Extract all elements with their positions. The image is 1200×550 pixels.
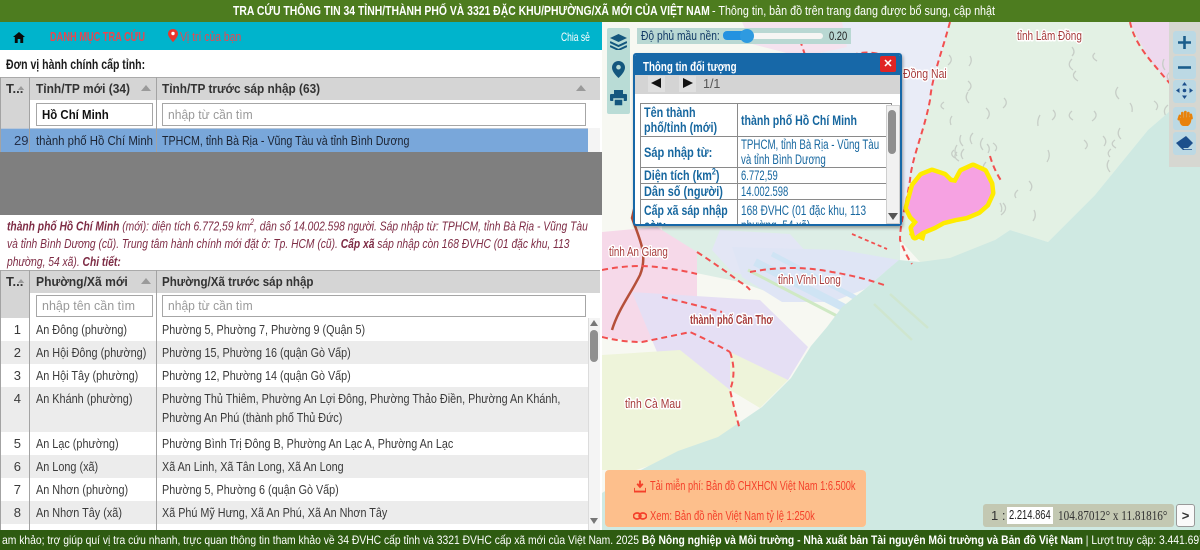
- svg-text:thành phố Cần Thơ: thành phố Cần Thơ: [690, 314, 773, 328]
- svg-text:tỉnh Cà Mau: tỉnh Cà Mau: [625, 398, 681, 411]
- svg-text:tỉnh Lâm Đồng: tỉnh Lâm Đồng: [1017, 30, 1082, 43]
- svg-text:tỉnh An Giang: tỉnh An Giang: [609, 246, 668, 259]
- svg-text:tỉnh Vĩnh Long: tỉnh Vĩnh Long: [778, 274, 841, 287]
- svg-text:Đồng Nai: Đồng Nai: [903, 68, 947, 81]
